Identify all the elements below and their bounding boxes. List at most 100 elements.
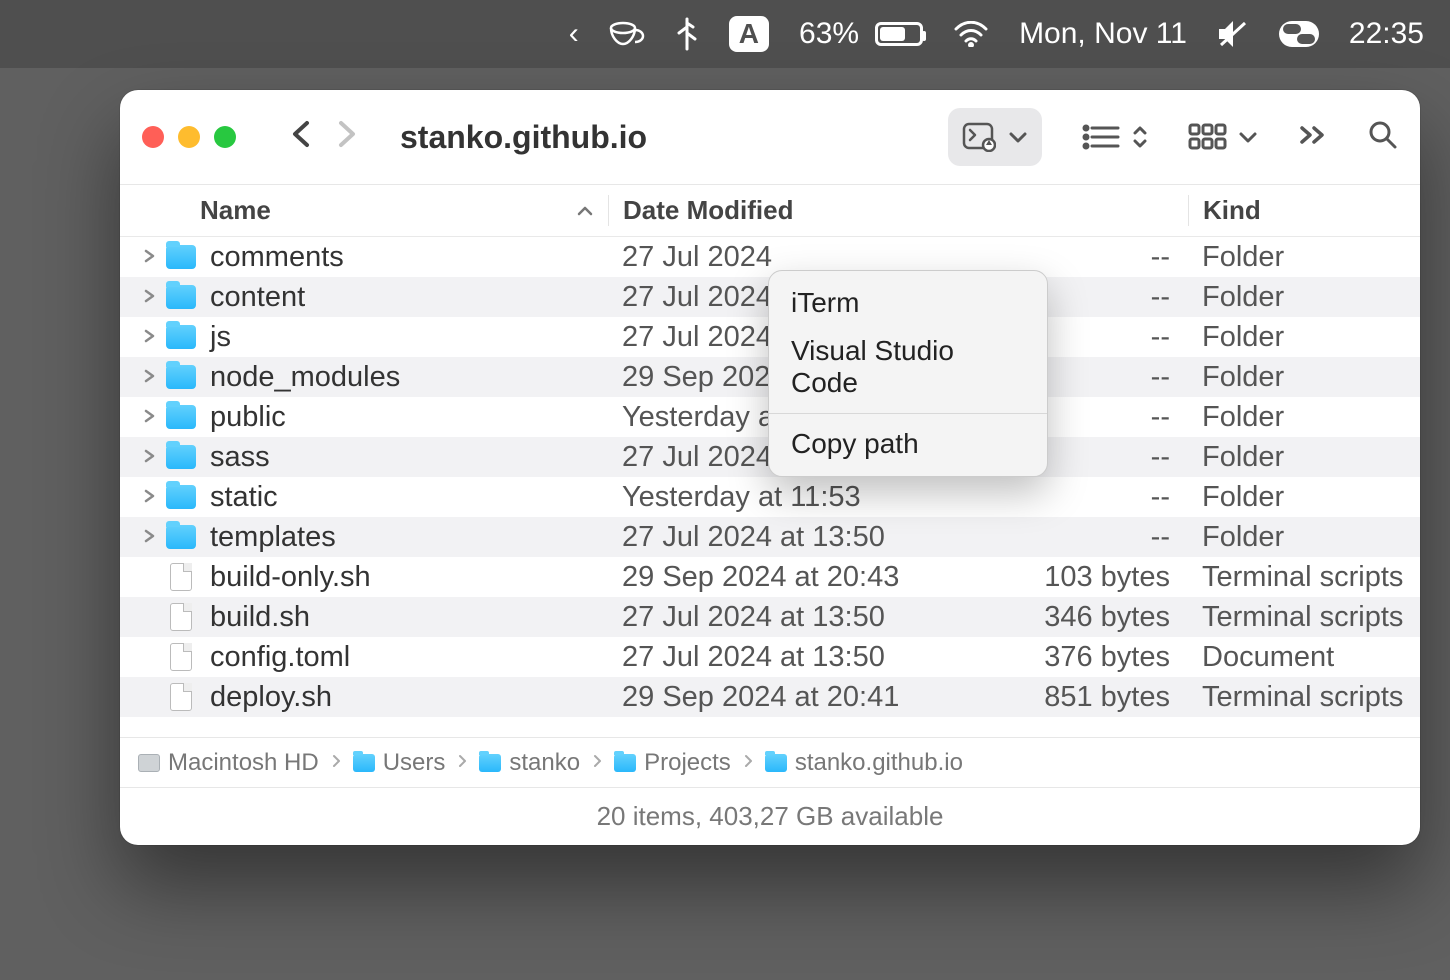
nav-forward-button[interactable] xyxy=(330,110,364,164)
column-headers: Name Date Modified Kind xyxy=(120,185,1420,237)
folder-icon xyxy=(166,484,196,510)
battery-indicator[interactable]: 63% xyxy=(799,17,923,51)
file-date-label: 29 Sep 2024 at 20:43 xyxy=(608,561,978,594)
breadcrumb-segment[interactable]: Projects xyxy=(614,749,731,777)
disclosure-triangle-icon[interactable] xyxy=(138,286,160,309)
file-kind-label: Terminal scripts xyxy=(1188,601,1420,634)
folder-icon xyxy=(166,444,196,470)
status-bar: 20 items, 403,27 GB available xyxy=(120,787,1420,845)
file-name-label: js xyxy=(210,321,231,354)
file-row[interactable]: comments 27 Jul 2024--Folder xyxy=(120,237,1420,277)
file-row[interactable]: build-only.sh 29 Sep 2024 at 20:43103 byt… xyxy=(120,557,1420,597)
file-name-label: comments xyxy=(210,241,344,274)
document-icon xyxy=(166,644,196,670)
file-name-label: build-only.sh xyxy=(210,561,371,594)
file-kind-label: Folder xyxy=(1188,241,1420,274)
breadcrumb-segment[interactable]: stanko.github.io xyxy=(765,749,963,777)
mute-icon[interactable] xyxy=(1217,19,1249,49)
folder-icon xyxy=(166,244,196,270)
file-row[interactable]: templates27 Jul 2024 at 13:50--Folder xyxy=(120,517,1420,557)
column-name[interactable]: Name xyxy=(120,195,608,226)
file-kind-label: Folder xyxy=(1188,401,1420,434)
disclosure-triangle-icon[interactable] xyxy=(138,446,160,469)
file-kind-label: Folder xyxy=(1188,521,1420,554)
file-name-label: sass xyxy=(210,441,270,474)
file-name-label: node_modules xyxy=(210,361,400,394)
file-size-label: 103 bytes xyxy=(978,561,1188,594)
file-row[interactable]: staticYesterday at 11:53--Folder xyxy=(120,477,1420,517)
drive-icon xyxy=(138,754,160,772)
menu-item-copy-path[interactable]: Copy path xyxy=(769,420,1047,468)
battery-icon xyxy=(875,22,923,46)
disclosure-triangle-icon[interactable] xyxy=(138,526,160,549)
file-kind-label: Terminal scripts xyxy=(1188,561,1420,594)
file-date-label: 27 Jul 2024 at 13:50 xyxy=(608,641,978,674)
disclosure-triangle-icon[interactable] xyxy=(138,406,160,429)
file-name-label: public xyxy=(210,401,286,434)
disclosure-triangle-icon[interactable] xyxy=(138,366,160,389)
breadcrumb-segment[interactable]: stanko xyxy=(479,749,580,777)
breadcrumb-separator-icon xyxy=(457,752,467,773)
tree-icon[interactable] xyxy=(675,17,699,51)
menu-divider xyxy=(769,413,1047,414)
system-menubar: ‹ A 63% Mon, Nov 11 22:35 xyxy=(0,0,1450,68)
menu-item-iterm[interactable]: iTerm xyxy=(769,279,1047,327)
toolbar-overflow-button[interactable] xyxy=(1298,124,1328,151)
file-size-label: 376 bytes xyxy=(978,641,1188,674)
file-kind-label: Folder xyxy=(1188,321,1420,354)
quick-action-menu: iTerm Visual Studio Code Copy path xyxy=(768,270,1048,477)
file-size-label: -- xyxy=(978,241,1188,274)
disclosure-triangle-icon[interactable] xyxy=(138,326,160,349)
window-minimize-button[interactable] xyxy=(178,126,200,148)
file-date-label: 27 Jul 2024 xyxy=(608,241,978,274)
document-icon xyxy=(166,684,196,710)
search-button[interactable] xyxy=(1368,120,1398,155)
quick-action-button[interactable] xyxy=(948,108,1042,166)
group-by-button[interactable] xyxy=(1188,122,1258,152)
column-name-label: Name xyxy=(200,195,271,226)
file-size-label: -- xyxy=(978,481,1188,514)
file-kind-label: Terminal scripts xyxy=(1188,681,1420,714)
file-row[interactable]: deploy.sh29 Sep 2024 at 20:41851 bytesTe… xyxy=(120,677,1420,717)
file-kind-label: Document xyxy=(1188,641,1420,674)
file-kind-label: Folder xyxy=(1188,361,1420,394)
folder-icon xyxy=(166,284,196,310)
file-date-label: 27 Jul 2024 at 13:50 xyxy=(608,521,978,554)
control-center-icon[interactable] xyxy=(1279,21,1319,47)
file-row[interactable]: config.toml27 Jul 2024 at 13:50376 bytes… xyxy=(120,637,1420,677)
file-date-label: 27 Jul 2024 at 13:50 xyxy=(608,601,978,634)
breadcrumb-separator-icon xyxy=(592,752,602,773)
nav-back-button[interactable] xyxy=(284,110,318,164)
wifi-icon[interactable] xyxy=(953,21,989,47)
path-bar[interactable]: Macintosh HD Users stanko Projects stanko.gi… xyxy=(120,737,1420,787)
finder-toolbar: stanko.github.io xyxy=(120,90,1420,185)
breadcrumb-label: stanko xyxy=(509,749,580,777)
breadcrumb-segment[interactable]: Users xyxy=(353,749,446,777)
window-close-button[interactable] xyxy=(142,126,164,148)
menu-item-vscode[interactable]: Visual Studio Code xyxy=(769,327,1047,407)
clock-label[interactable]: 22:35 xyxy=(1349,17,1424,51)
view-list-button[interactable] xyxy=(1082,122,1148,152)
disclosure-triangle-icon[interactable] xyxy=(138,486,160,509)
disclosure-triangle-icon[interactable] xyxy=(138,246,160,269)
menu-arrow-icon[interactable]: ‹ xyxy=(569,17,579,51)
window-zoom-button[interactable] xyxy=(214,126,236,148)
language-badge[interactable]: A xyxy=(729,16,769,52)
file-kind-label: Folder xyxy=(1188,481,1420,514)
coffee-icon[interactable] xyxy=(609,20,645,48)
file-row[interactable]: build.sh27 Jul 2024 at 13:50346 bytesTer… xyxy=(120,597,1420,637)
file-date-label: Yesterday at 11:53 xyxy=(608,481,978,514)
document-icon xyxy=(166,564,196,590)
breadcrumb-segment[interactable]: Macintosh HD xyxy=(138,749,319,777)
breadcrumb-label: stanko.github.io xyxy=(795,749,963,777)
column-kind[interactable]: Kind xyxy=(1188,195,1420,226)
folder-icon xyxy=(479,754,501,772)
folder-icon xyxy=(614,754,636,772)
folder-icon xyxy=(353,754,375,772)
breadcrumb-separator-icon xyxy=(331,752,341,773)
document-icon xyxy=(166,604,196,630)
date-label[interactable]: Mon, Nov 11 xyxy=(1019,17,1187,51)
column-date[interactable]: Date Modified xyxy=(608,195,978,226)
file-date-label: 29 Sep 2024 at 20:41 xyxy=(608,681,978,714)
sort-indicator-icon xyxy=(576,198,608,224)
